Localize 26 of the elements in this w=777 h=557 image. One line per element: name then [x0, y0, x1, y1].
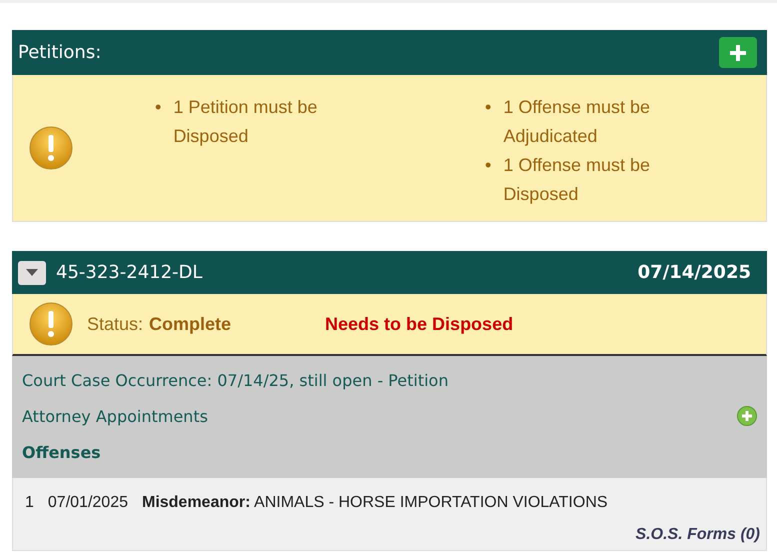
offense-description: Misdemeanor: ANIMALS - HORSE IMPORTATION VIOLATIONS — [142, 494, 608, 512]
sos-forms-link[interactable]: S.O.S. Forms (0) — [25, 526, 760, 544]
case-date: 07/14/2025 — [638, 262, 751, 283]
status-label: Status: — [87, 314, 144, 334]
offense-index: 1 — [25, 494, 34, 512]
warning-item: 1 Offense must be Disposed — [503, 154, 652, 206]
section-title: Petitions: — [18, 42, 102, 63]
status-value: Complete — [149, 314, 232, 334]
bullet: • — [155, 96, 162, 119]
case-number: 45-323-2412-DL — [56, 262, 202, 283]
add-icon[interactable] — [737, 406, 757, 426]
offense-date: 07/01/2025 — [48, 494, 128, 512]
alert-text: Needs to be Disposed — [325, 314, 514, 334]
warning-icon — [29, 302, 73, 346]
offenses-label: Offenses — [22, 442, 101, 462]
collapse-toggle[interactable] — [18, 260, 46, 284]
warning-item: 1 Petition must be Disposed — [173, 96, 318, 148]
add-button[interactable] — [719, 37, 757, 68]
plus-icon — [728, 42, 748, 62]
bullet: • — [485, 96, 492, 119]
warning-icon — [29, 126, 73, 170]
attorney-label: Attorney Appointments — [22, 406, 208, 426]
caret-icon — [26, 269, 38, 276]
warning-item: 1 Offense must be Adjudicated — [503, 96, 652, 148]
occurrence-text: Court Case Occurrence: 07/14/25, still open - Petition — [22, 370, 448, 390]
bullet: • — [485, 154, 492, 177]
